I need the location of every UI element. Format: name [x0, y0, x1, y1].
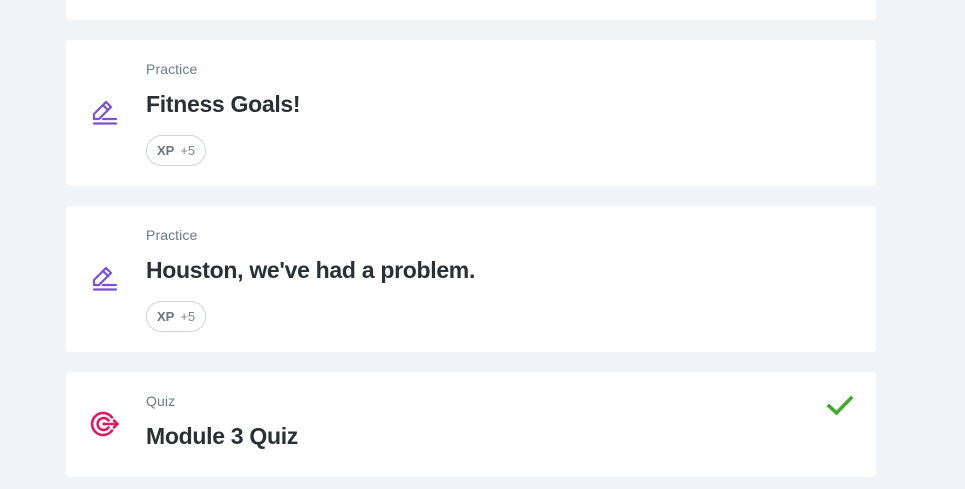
- xp-badge: XP +5: [146, 135, 207, 166]
- checkmark-icon: [826, 394, 854, 418]
- xp-value: +5: [180, 143, 196, 158]
- lesson-type-label: Quiz: [146, 393, 176, 409]
- xp-value: +5: [180, 309, 196, 324]
- xp-label: XP: [157, 309, 175, 324]
- lesson-title: Fitness Goals!: [146, 91, 301, 117]
- lesson-list: Practice Fitness Goals! XP +5 Practice H…: [0, 0, 965, 489]
- pencil-edit-icon: [90, 263, 120, 293]
- pencil-edit-icon: [90, 97, 120, 127]
- lesson-card[interactable]: Practice Houston, we've had a problem. X…: [66, 206, 876, 352]
- lesson-title: Houston, we've had a problem.: [146, 257, 476, 283]
- lesson-card-previous[interactable]: [66, 0, 876, 20]
- lesson-title: Module 3 Quiz: [146, 423, 298, 449]
- xp-label: XP: [157, 143, 175, 158]
- lesson-type-label: Practice: [146, 61, 198, 77]
- xp-badge: XP +5: [146, 301, 207, 332]
- target-icon: [90, 409, 120, 439]
- lesson-card[interactable]: Practice Fitness Goals! XP +5: [66, 40, 876, 186]
- lesson-card[interactable]: Quiz Module 3 Quiz: [66, 372, 876, 477]
- lesson-type-label: Practice: [146, 227, 198, 243]
